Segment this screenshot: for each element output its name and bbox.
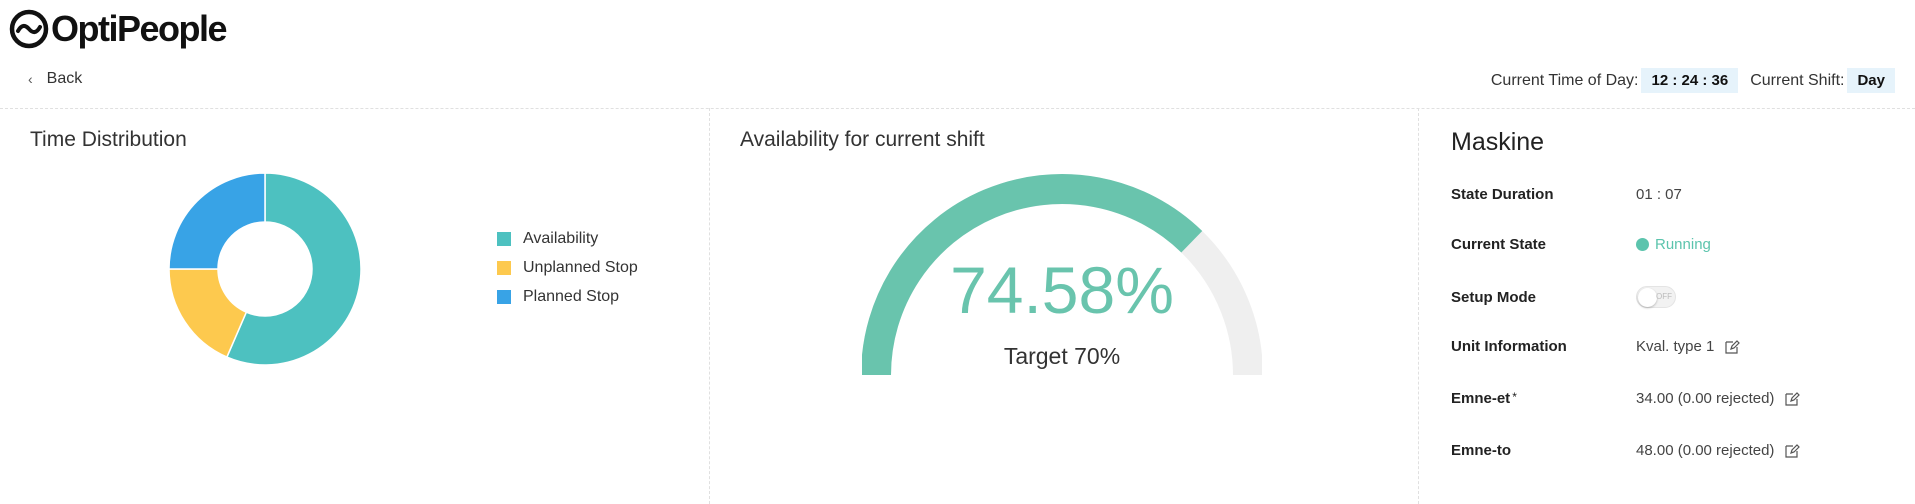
legend-label: Unplanned Stop bbox=[523, 258, 638, 276]
setup-mode-label: Setup Mode bbox=[1451, 288, 1536, 306]
legend-swatch bbox=[497, 231, 511, 246]
unit-information-value: Kval. type 1 bbox=[1636, 338, 1715, 355]
optipeople-logo-icon bbox=[9, 9, 49, 49]
brand-logo: OptiPeople bbox=[9, 8, 228, 50]
setup-mode-toggle[interactable]: OFF bbox=[1636, 286, 1676, 308]
emne-et-value: 34.00 (0.00 rejected) bbox=[1636, 390, 1775, 407]
brand-name: OptiPeople bbox=[51, 8, 228, 49]
availability-title: Availability for current shift bbox=[740, 128, 985, 151]
toggle-off-text: OFF bbox=[1656, 292, 1672, 301]
shift-value: Day bbox=[1847, 68, 1895, 93]
legend-item: Unplanned Stop bbox=[497, 253, 638, 282]
legend-item: Availability bbox=[497, 224, 638, 253]
emne-et-label-text: Emne-et bbox=[1451, 390, 1511, 407]
back-label: Back bbox=[46, 70, 83, 87]
time-value: 12 : 24 : 36 bbox=[1641, 68, 1739, 93]
state-duration-value: 01 : 07 bbox=[1636, 186, 1682, 203]
current-state-value: Running bbox=[1655, 236, 1711, 253]
toggle-knob bbox=[1638, 288, 1657, 307]
legend-item: Planned Stop bbox=[497, 282, 638, 311]
emne-to-value-wrap: 48.00 (0.00 rejected) bbox=[1636, 442, 1801, 459]
machine-title: Maskine bbox=[1451, 128, 1545, 156]
edit-icon[interactable] bbox=[1784, 391, 1801, 407]
current-state-status: Running bbox=[1636, 236, 1711, 253]
unit-information-row: Unit Information Kval. type 1 bbox=[1451, 338, 1891, 355]
time-distribution-donut bbox=[168, 172, 362, 366]
shift-info: Current Time of Day: 12 : 24 : 36 Curren… bbox=[1491, 68, 1895, 93]
panel-divider bbox=[709, 108, 710, 504]
state-duration-label: State Duration bbox=[1451, 186, 1554, 203]
legend-swatch bbox=[497, 260, 511, 275]
status-dot-icon bbox=[1636, 238, 1649, 251]
availability-target: Target 70% bbox=[1003, 343, 1121, 369]
emne-et-label: Emne-et * bbox=[1451, 390, 1636, 407]
back-button[interactable]: ‹ Back bbox=[28, 70, 82, 88]
time-distribution-title: Time Distribution bbox=[30, 128, 187, 151]
time-label: Current Time of Day: bbox=[1490, 71, 1639, 89]
required-mark: * bbox=[1512, 390, 1517, 404]
emne-to-row: Emne-to 48.00 (0.00 rejected) bbox=[1451, 442, 1891, 459]
header-divider bbox=[0, 108, 1915, 109]
emne-et-row: Emne-et * 34.00 (0.00 rejected) bbox=[1451, 390, 1891, 407]
current-state-label: Current State bbox=[1451, 236, 1547, 253]
chevron-left-icon: ‹ bbox=[28, 71, 33, 87]
donut-legend: Availability Unplanned Stop Planned Stop bbox=[497, 224, 638, 311]
legend-label: Availability bbox=[523, 229, 599, 247]
availability-value: 74.58% bbox=[950, 253, 1174, 327]
edit-icon[interactable] bbox=[1784, 443, 1801, 459]
emne-et-value-wrap: 34.00 (0.00 rejected) bbox=[1636, 390, 1801, 407]
emne-to-label: Emne-to bbox=[1451, 442, 1511, 459]
donut-slice-planned-stop bbox=[168, 172, 266, 270]
unit-information-value-wrap: Kval. type 1 bbox=[1636, 338, 1741, 355]
state-duration-row: State Duration 01 : 07 bbox=[1451, 186, 1891, 203]
emne-to-value: 48.00 (0.00 rejected) bbox=[1636, 442, 1775, 459]
setup-mode-row: Setup Mode OFF bbox=[1451, 286, 1891, 308]
shift-label: Current Shift: bbox=[1750, 71, 1845, 89]
current-state-row: Current State Running bbox=[1451, 236, 1891, 253]
legend-swatch bbox=[497, 289, 511, 304]
legend-label: Planned Stop bbox=[523, 287, 620, 305]
unit-information-label: Unit Information bbox=[1451, 338, 1567, 355]
panel-divider bbox=[1418, 108, 1419, 504]
edit-icon[interactable] bbox=[1724, 339, 1741, 355]
